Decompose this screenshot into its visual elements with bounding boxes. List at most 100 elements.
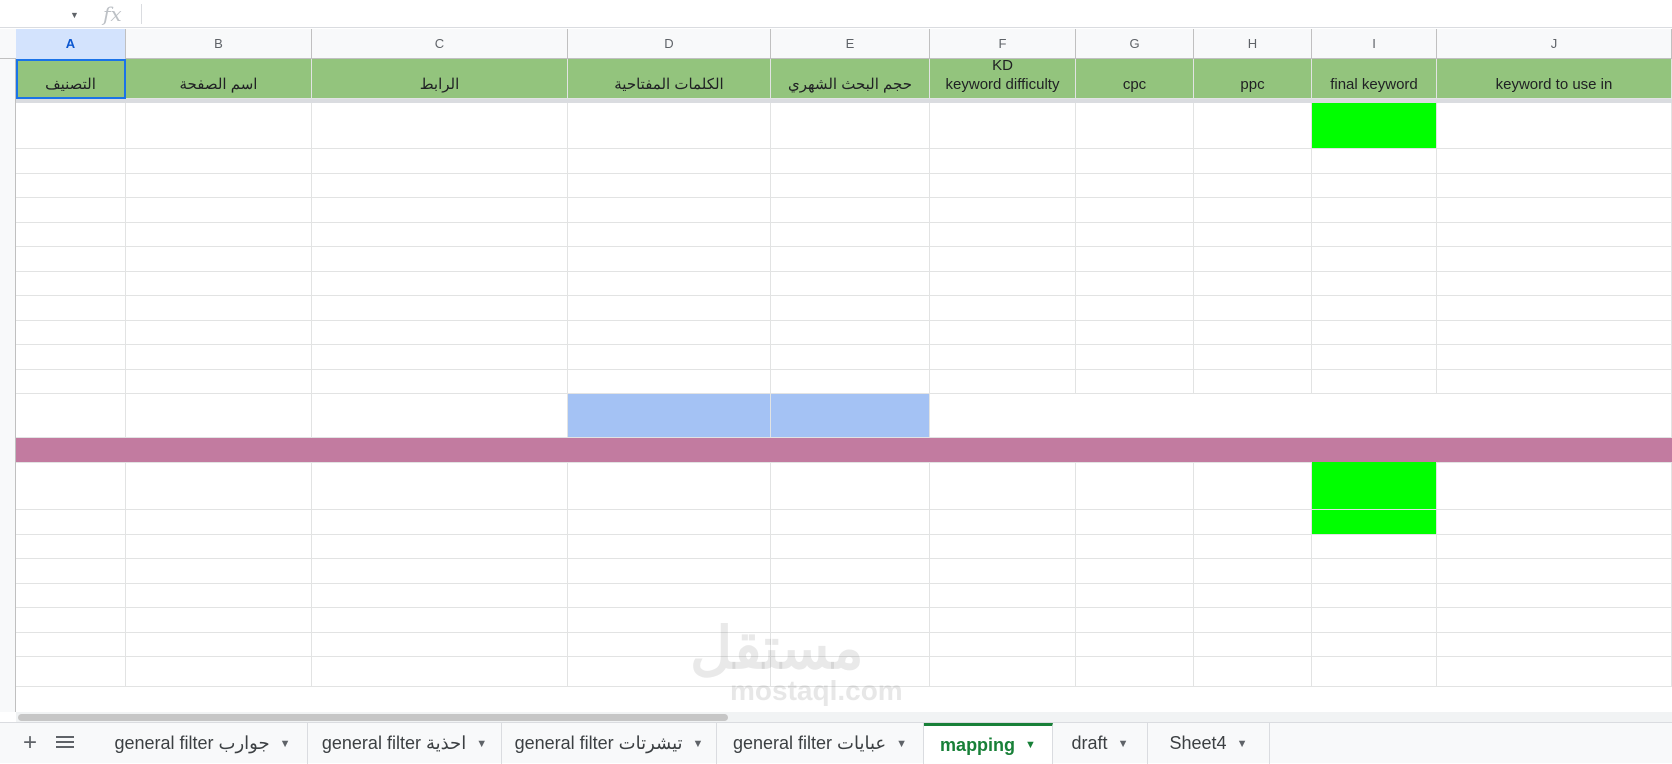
keyword-cell[interactable] <box>568 247 771 272</box>
kd-cell[interactable] <box>930 271 1076 296</box>
keyword-to-use-cell[interactable] <box>1437 559 1672 584</box>
ppc-cell[interactable] <box>1194 534 1312 559</box>
search-volume-cell[interactable] <box>771 394 930 438</box>
cell[interactable] <box>1312 559 1437 584</box>
keyword-to-use-cell[interactable] <box>1437 583 1672 608</box>
cell[interactable] <box>16 247 126 272</box>
cell[interactable] <box>312 583 568 608</box>
cell[interactable] <box>1312 247 1437 272</box>
add-sheet-icon[interactable]: + <box>18 722 42 763</box>
ppc-cell[interactable] <box>1194 103 1312 149</box>
cell[interactable] <box>1312 222 1437 247</box>
keyword-cell[interactable] <box>568 320 771 345</box>
cell[interactable] <box>126 657 312 687</box>
keyword-cell[interactable] <box>568 583 771 608</box>
keyword-cell[interactable] <box>568 534 771 559</box>
kd-cell[interactable] <box>930 608 1076 633</box>
search-volume-cell[interactable] <box>771 271 930 296</box>
search-volume-cell[interactable] <box>771 198 930 223</box>
cell[interactable] <box>312 247 568 272</box>
cell[interactable] <box>1076 657 1194 687</box>
cell[interactable] <box>126 369 312 394</box>
keyword-to-use-cell[interactable] <box>1437 222 1672 247</box>
kd-cell[interactable] <box>930 583 1076 608</box>
cell[interactable] <box>126 271 312 296</box>
tab-dropdown-icon[interactable]: ▼ <box>1237 738 1248 750</box>
ppc-cell[interactable] <box>1194 559 1312 584</box>
search-volume-cell[interactable] <box>771 320 930 345</box>
keyword-to-use-cell[interactable] <box>1437 271 1672 296</box>
search-volume-cell[interactable] <box>771 534 930 559</box>
cell[interactable] <box>312 296 568 321</box>
cell[interactable] <box>312 559 568 584</box>
cell[interactable] <box>312 173 568 198</box>
sheet-tab-2[interactable]: general filter احذية ▼ <box>308 723 502 764</box>
keyword-cell[interactable] <box>568 510 771 535</box>
kd-cell[interactable] <box>930 149 1076 174</box>
cell[interactable] <box>16 657 126 687</box>
cell[interactable] <box>312 369 568 394</box>
page-name-cell[interactable] <box>126 462 312 510</box>
cell[interactable] <box>930 394 1672 438</box>
ppc-cell[interactable] <box>1194 608 1312 633</box>
cell[interactable] <box>312 394 568 438</box>
keyword-cell[interactable] <box>568 271 771 296</box>
header-cell-g[interactable]: cpc <box>1076 59 1194 99</box>
search-volume-cell[interactable] <box>771 149 930 174</box>
column-header-b[interactable]: B <box>126 29 312 59</box>
final-keyword-cell[interactable] <box>1312 103 1437 149</box>
search-volume-cell[interactable] <box>771 222 930 247</box>
cpc-cell[interactable] <box>1076 320 1194 345</box>
cell[interactable] <box>1312 345 1437 370</box>
horizontal-scrollbar-thumb[interactable] <box>18 714 728 721</box>
header-cell-f[interactable]: KD keyword difficulty <box>930 59 1076 99</box>
header-cell-h[interactable]: ppc <box>1194 59 1312 99</box>
kd-cell[interactable] <box>930 510 1076 535</box>
cell[interactable] <box>16 369 126 394</box>
cpc-cell[interactable] <box>1076 198 1194 223</box>
ppc-cell[interactable] <box>1194 462 1312 510</box>
cell[interactable] <box>16 271 126 296</box>
url-link[interactable] <box>312 462 568 510</box>
cell[interactable] <box>312 608 568 633</box>
column-header-i[interactable]: I <box>1312 29 1437 59</box>
keyword-to-use-cell[interactable] <box>1437 534 1672 559</box>
cell[interactable] <box>1312 320 1437 345</box>
cpc-cell[interactable] <box>1076 534 1194 559</box>
ppc-cell[interactable] <box>1194 296 1312 321</box>
header-cell-d[interactable]: الكلمات المفتاحية <box>568 59 771 99</box>
cpc-cell[interactable] <box>1076 608 1194 633</box>
cell[interactable] <box>126 632 312 657</box>
keyword-to-use-cell[interactable] <box>1437 296 1672 321</box>
tab-dropdown-icon[interactable]: ▼ <box>1118 738 1129 750</box>
column-header-e[interactable]: E <box>771 29 930 59</box>
search-volume-cell[interactable] <box>771 296 930 321</box>
cell[interactable] <box>16 296 126 321</box>
keyword-cell[interactable] <box>568 149 771 174</box>
cell[interactable] <box>1312 149 1437 174</box>
header-cell-b[interactable]: اسم الصفحة <box>126 59 312 99</box>
cell[interactable] <box>16 632 126 657</box>
keyword-cell[interactable] <box>568 462 771 510</box>
cpc-cell[interactable] <box>1076 271 1194 296</box>
cell[interactable] <box>126 583 312 608</box>
column-header-c[interactable]: C <box>312 29 568 59</box>
sheet-tab-6[interactable]: draft ▼ <box>1053 723 1148 764</box>
cell[interactable] <box>126 247 312 272</box>
search-volume-cell[interactable] <box>771 345 930 370</box>
kd-cell[interactable] <box>930 296 1076 321</box>
cpc-cell[interactable] <box>1076 345 1194 370</box>
search-volume-cell[interactable] <box>771 559 930 584</box>
ppc-cell[interactable] <box>1194 510 1312 535</box>
ppc-cell[interactable] <box>1194 583 1312 608</box>
ppc-cell[interactable] <box>1194 369 1312 394</box>
search-volume-cell[interactable] <box>771 247 930 272</box>
keyword-to-use-cell[interactable] <box>1437 247 1672 272</box>
cell[interactable] <box>1312 198 1437 223</box>
final-keyword-cell[interactable] <box>1312 462 1437 510</box>
cpc-cell[interactable] <box>1076 296 1194 321</box>
kd-cell[interactable] <box>930 632 1076 657</box>
cell[interactable] <box>16 173 126 198</box>
cell[interactable] <box>126 149 312 174</box>
sheet-tab-5[interactable]: mapping ▼ <box>924 723 1053 764</box>
